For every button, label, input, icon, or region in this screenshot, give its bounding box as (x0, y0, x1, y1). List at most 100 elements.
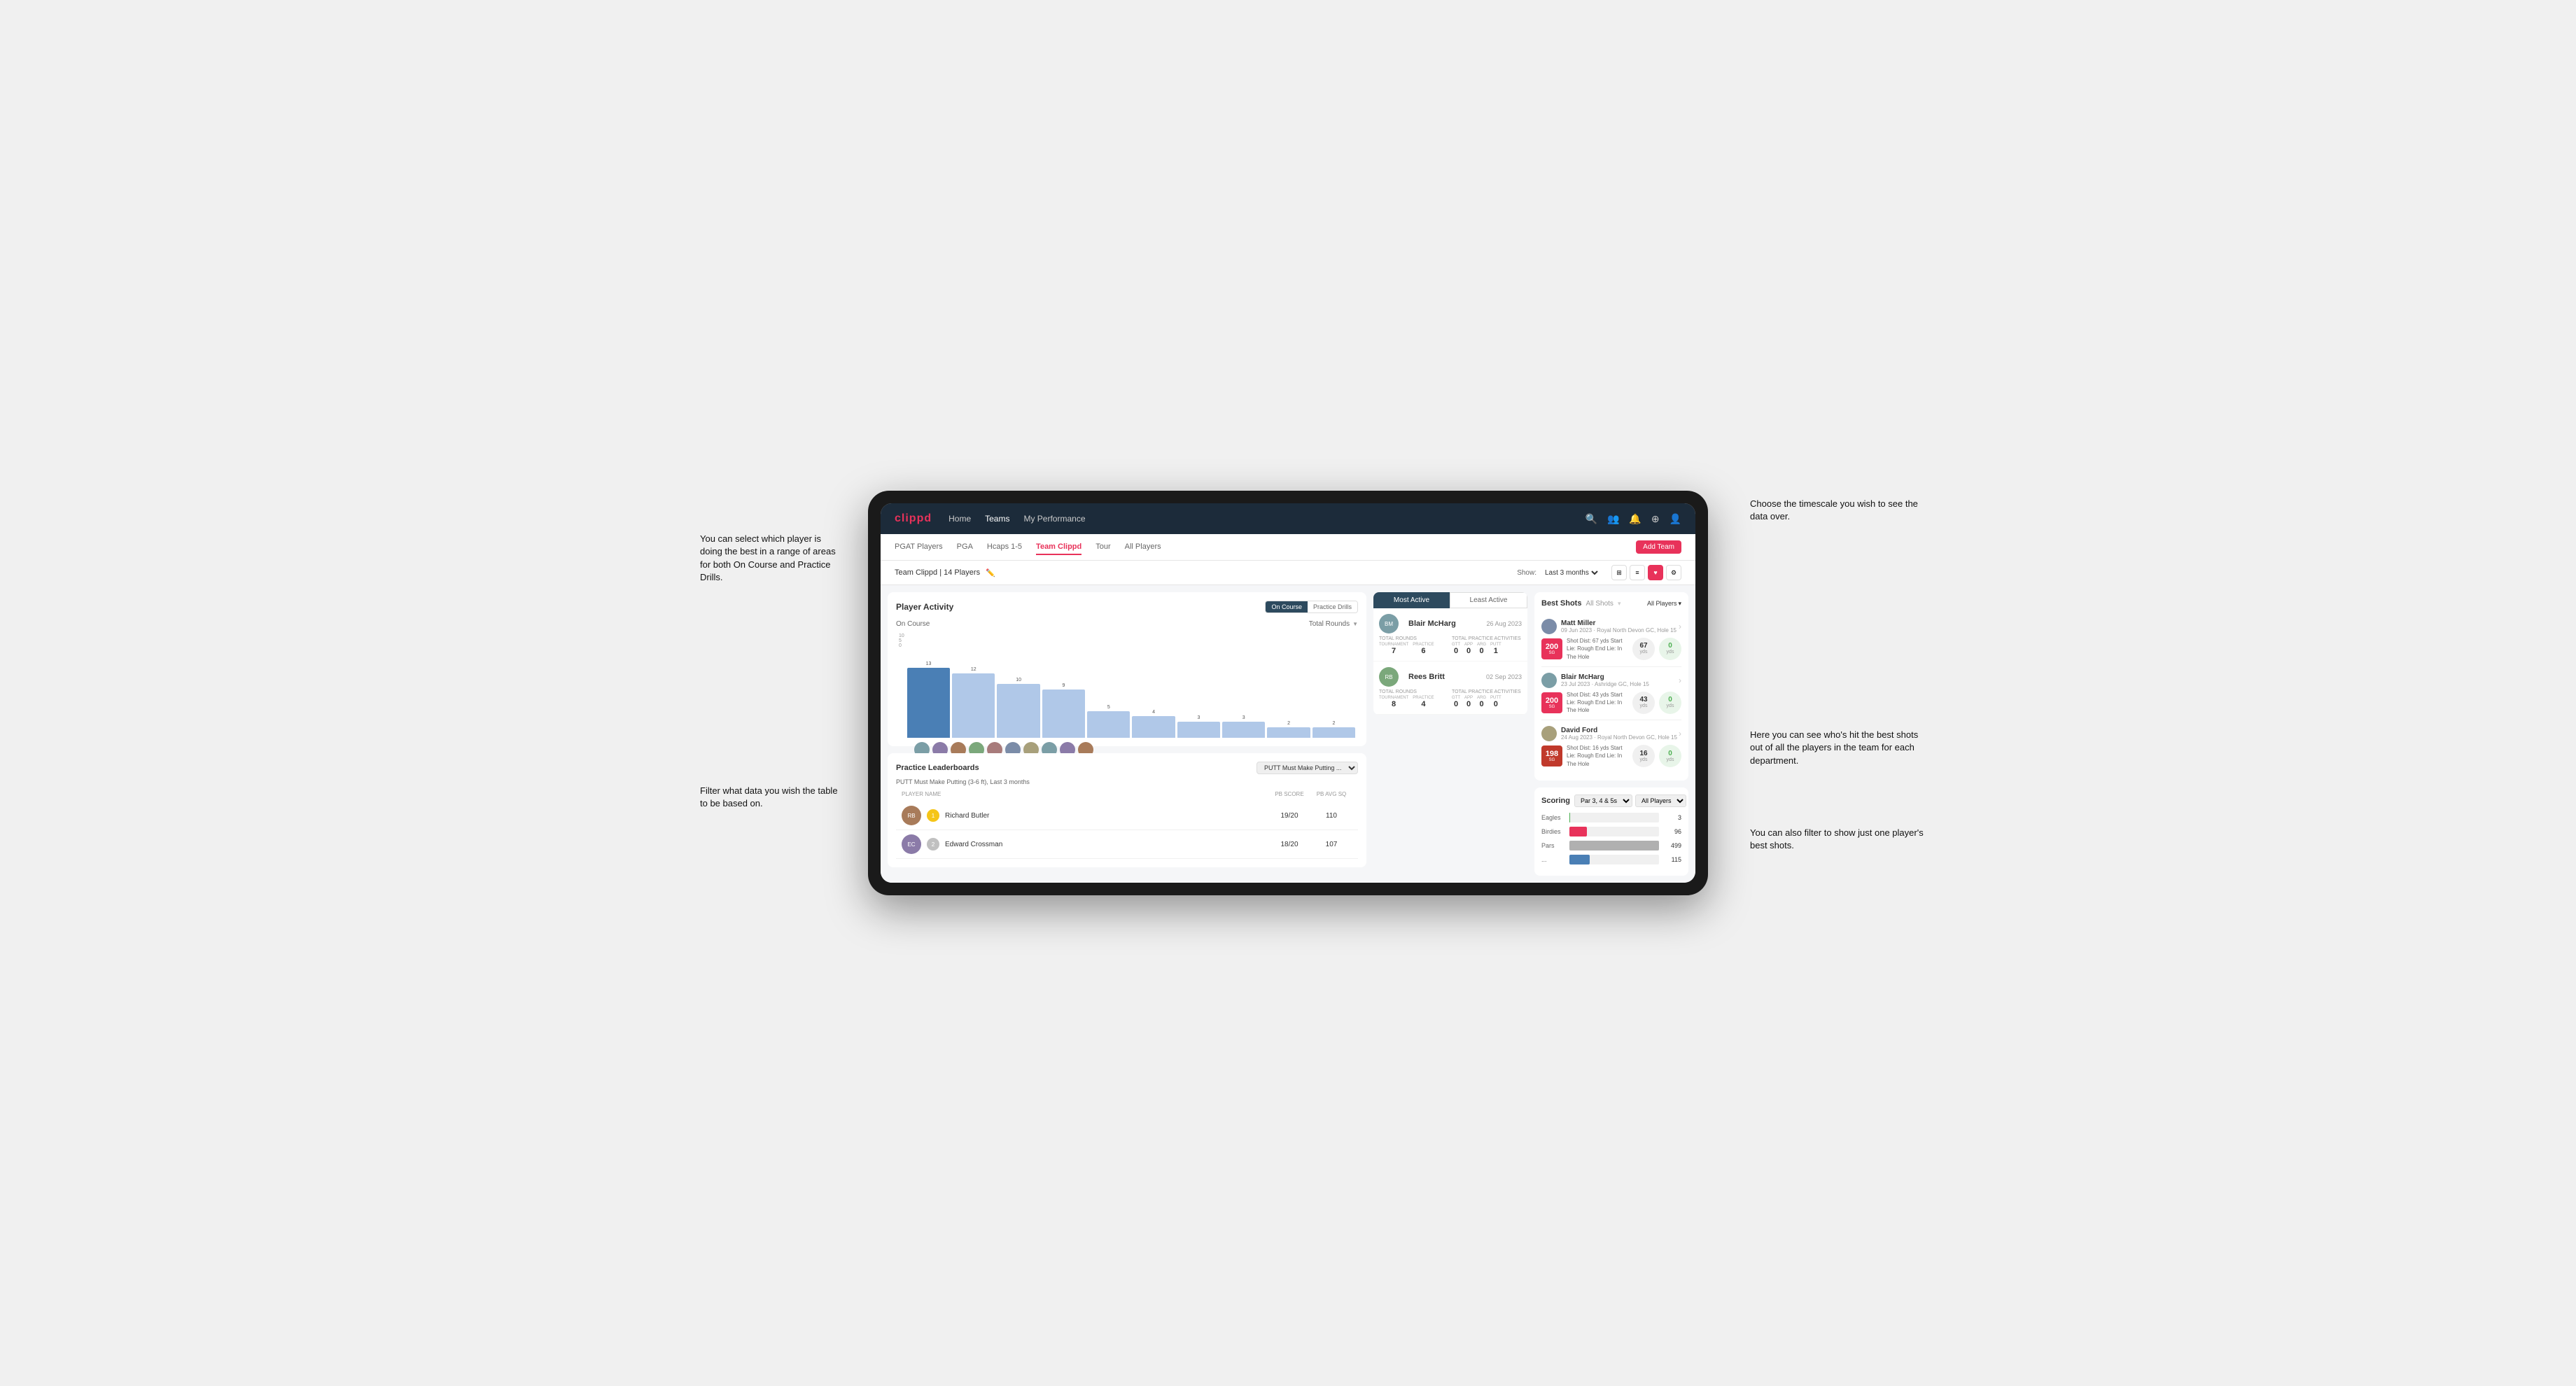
shot-player-details-3: David Ford 24 Aug 2023 · Royal North Dev… (1561, 727, 1677, 741)
nav-teams[interactable]: Teams (985, 511, 1009, 526)
avg-crossman: 107 (1310, 841, 1352, 848)
scoring-label-0: Eagles (1541, 814, 1569, 821)
team-title: Team Clippd | 14 Players (895, 568, 980, 577)
total-rounds-title-2: Total Rounds (1379, 690, 1449, 694)
leaderboard-subtitle: PUTT Must Make Putting (3-6 ft), Last 3 … (896, 778, 1358, 785)
bar-group-4: 5 (1087, 705, 1130, 738)
shot-player-details-2: Blair McHarg 23 Jul 2023 · Ashridge GC, … (1561, 673, 1649, 687)
leaderboard-columns: PLAYER NAME PB SCORE PB AVG SQ (896, 791, 1358, 797)
player-filter-dropdown[interactable]: All Players ▾ (1647, 600, 1681, 608)
shot-score-badge-3: 198 SG (1541, 746, 1562, 766)
shot-entry-3[interactable]: David Ford 24 Aug 2023 · Royal North Dev… (1541, 720, 1681, 774)
best-shots-header: Best Shots All Shots ▾ All Players ▾ (1541, 599, 1681, 608)
shot-entry-2[interactable]: Blair McHarg 23 Jul 2023 · Ashridge GC, … (1541, 667, 1681, 721)
shot-details-3: 198 SG Shot Dist: 16 yds Start Lie: Roug… (1541, 744, 1681, 768)
practice-drills-toggle[interactable]: Practice Drills (1308, 601, 1357, 612)
bar-group-1: 12 (952, 667, 995, 738)
shot-course-2: 23 Jul 2023 · Ashridge GC, Hole 15 (1561, 681, 1649, 687)
shot-player-info-3: David Ford 24 Aug 2023 · Royal North Dev… (1541, 726, 1677, 741)
bar-group-8: 2 (1267, 721, 1310, 738)
shot-zero-3: 0 yds (1659, 745, 1681, 767)
bar-6 (1177, 722, 1220, 738)
rank-badge-2: 2 (927, 838, 939, 850)
people-icon[interactable]: 👥 (1607, 513, 1619, 525)
content-area: Player Activity On Course Practice Drill… (881, 585, 1695, 883)
user-icon[interactable]: 👤 (1670, 513, 1681, 525)
scoring-header: Scoring Par 3, 4 & 5s All Players (1541, 794, 1681, 807)
scoring-row-2: Pars499 (1541, 841, 1681, 850)
leaderboard-row: RB 1 Richard Butler 19/20 110 (896, 802, 1358, 830)
player-activity-card: Player Activity On Course Practice Drill… (888, 592, 1366, 746)
shot-entry-1[interactable]: Matt Miller 09 Jun 2023 · Royal North De… (1541, 613, 1681, 667)
shot-score-badge-2: 200 SG (1541, 692, 1562, 713)
shot-details-2: 200 SG Shot Dist: 43 yds Start Lie: Roug… (1541, 691, 1681, 715)
gtt-stat-2: GTT 0 (1452, 696, 1460, 708)
best-shots-title: Best Shots (1541, 599, 1581, 608)
most-active-tab[interactable]: Most Active (1373, 592, 1450, 608)
scoring-filter-2[interactable]: All Players (1635, 794, 1686, 807)
shot-distance-3: 16 yds (1632, 745, 1655, 767)
shot-stats-text-2: Shot Dist: 43 yds Start Lie: Rough End L… (1567, 691, 1628, 715)
practice-stat-1: Practice 6 (1413, 643, 1434, 655)
shot-course-1: 09 Jun 2023 · Royal North Devon GC, Hole… (1561, 627, 1676, 634)
activity-title: Player Activity (896, 602, 953, 612)
tab-all-players[interactable]: All Players (1125, 540, 1161, 555)
bell-icon[interactable]: 🔔 (1629, 513, 1641, 525)
score-crossman: 18/20 (1268, 841, 1310, 848)
tab-tour[interactable]: Tour (1096, 540, 1110, 555)
list-view-btn[interactable]: ≡ (1630, 565, 1645, 580)
scoring-bar-bg-2 (1569, 841, 1659, 850)
bars-container: 1312109543322 (907, 634, 1355, 738)
on-course-toggle[interactable]: On Course (1266, 601, 1308, 612)
player-name-row-1: BM Blair McHarg 26 Aug 2023 (1379, 614, 1522, 634)
tab-separator: ▾ (1618, 600, 1621, 608)
tab-pgat[interactable]: PGAT Players (895, 540, 943, 555)
tab-pga[interactable]: PGA (957, 540, 973, 555)
heart-view-btn[interactable]: ♥ (1648, 565, 1663, 580)
scoring-bar-fill-2 (1569, 841, 1659, 850)
player-stats-1: Total Rounds Tournament 7 Practice (1379, 636, 1522, 655)
annotation-bot-right: You can also filter to show just one pla… (1750, 827, 1932, 852)
leaderboard-card: Practice Leaderboards PUTT Must Make Put… (888, 753, 1366, 867)
show-select[interactable]: Last 3 months Last month Last 6 months (1542, 568, 1600, 578)
total-rounds-section-2: Total Rounds Tournament 8 Practice (1379, 690, 1449, 708)
scoring-bar-fill-0 (1569, 813, 1570, 822)
right-panel: Best Shots All Shots ▾ All Players ▾ (1534, 592, 1688, 876)
nav-performance[interactable]: My Performance (1023, 511, 1085, 526)
practice-val-1: 6 (1421, 647, 1425, 655)
edit-icon[interactable]: ✏️ (986, 568, 995, 578)
bar-value-6: 3 (1197, 715, 1200, 720)
chevron-right-icon-3[interactable]: › (1679, 729, 1681, 738)
dropdown-arrow-icon[interactable]: ▼ (1352, 621, 1358, 627)
activity-player-2: RB Rees Britt 02 Sep 2023 Total Rounds (1373, 662, 1527, 715)
shot-zero-1: 0 yds (1659, 638, 1681, 660)
all-shots-tab[interactable]: All Shots (1586, 600, 1613, 608)
bar-value-4: 5 (1107, 705, 1110, 710)
player-name-row-2: RB Rees Britt 02 Sep 2023 (1379, 667, 1522, 687)
least-active-tab[interactable]: Least Active (1450, 592, 1527, 608)
annotation-mid-right: Here you can see who's hit the best shot… (1750, 729, 1932, 767)
plus-circle-icon[interactable]: ⊕ (1651, 513, 1660, 525)
player-name-butler: Richard Butler (945, 812, 1268, 820)
scoring-filter-1[interactable]: Par 3, 4 & 5s (1574, 794, 1632, 807)
tab-team-clippd[interactable]: Team Clippd (1036, 540, 1082, 555)
leaderboard-dropdown[interactable]: PUTT Must Make Putting ... (1256, 762, 1358, 774)
y-label-10: 10 (899, 634, 904, 638)
settings-view-btn[interactable]: ⚙ (1666, 565, 1681, 580)
chevron-right-icon-2[interactable]: › (1679, 676, 1681, 685)
bar-2 (997, 684, 1040, 738)
rounds-vals-2: Tournament 8 Practice 4 (1379, 696, 1449, 708)
tab-hcaps[interactable]: Hcaps 1-5 (987, 540, 1022, 555)
chart-section-header: On Course Total Rounds ▼ (896, 620, 1358, 628)
chevron-right-icon-1[interactable]: › (1679, 622, 1681, 631)
nav-home[interactable]: Home (948, 511, 971, 526)
player-date-blair: 26 Aug 2023 (1486, 620, 1522, 627)
bar-value-7: 3 (1242, 715, 1245, 720)
scoring-bar-bg-0 (1569, 813, 1659, 822)
total-rounds-label: Total Rounds (1309, 620, 1350, 628)
rounds-vals-1: Tournament 7 Practice 6 (1379, 643, 1449, 655)
grid-view-btn[interactable]: ⊞ (1611, 565, 1627, 580)
add-team-button[interactable]: Add Team (1636, 540, 1681, 554)
search-icon[interactable]: 🔍 (1586, 513, 1597, 525)
shot-stats-text-3: Shot Dist: 16 yds Start Lie: Rough End L… (1567, 744, 1628, 768)
